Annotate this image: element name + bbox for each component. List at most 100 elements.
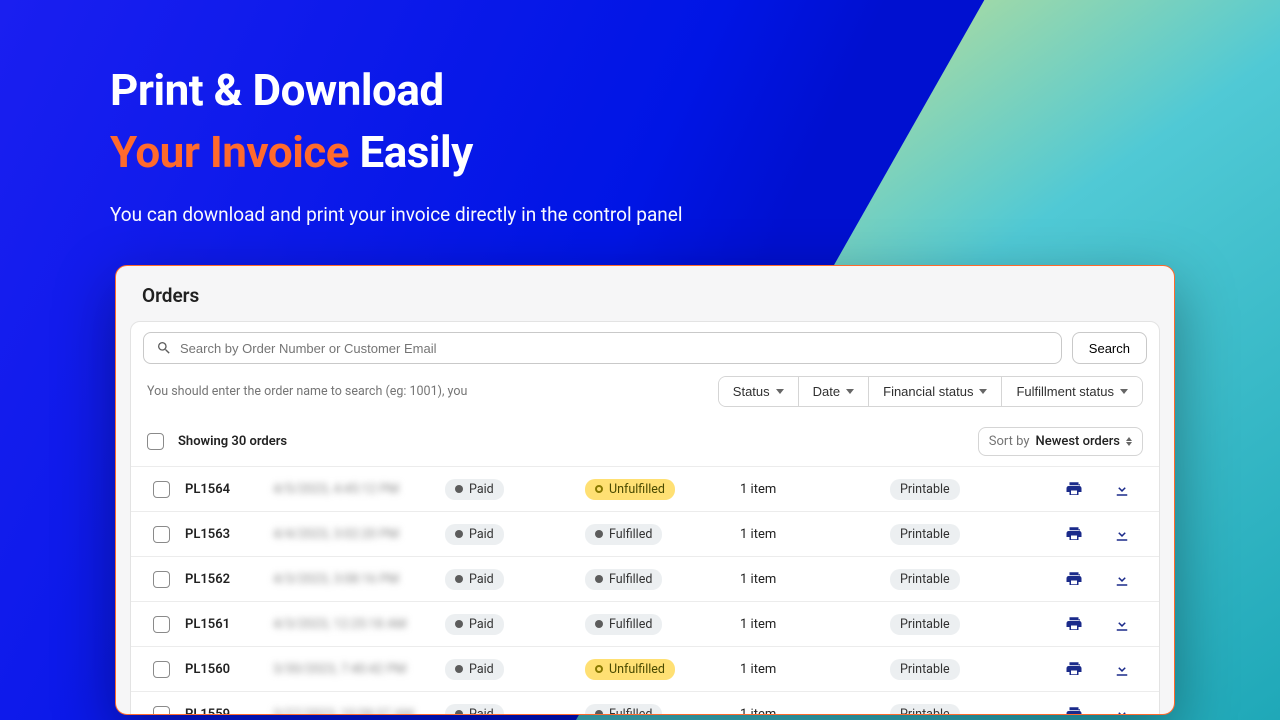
order-number[interactable]: PL1559	[179, 707, 267, 716]
fulfillment-badge: Fulfilled	[585, 614, 662, 635]
print-button[interactable]	[1063, 703, 1085, 715]
chevron-down-icon	[776, 389, 784, 394]
search-icon	[156, 340, 172, 356]
print-button[interactable]	[1063, 568, 1085, 590]
order-number[interactable]: PL1563	[179, 527, 267, 542]
list-bar: Showing 30 orders Sort by Newest orders	[131, 417, 1159, 466]
print-icon	[1065, 480, 1083, 498]
print-button[interactable]	[1063, 658, 1085, 680]
chevron-down-icon	[846, 389, 854, 394]
chevron-down-icon	[979, 389, 987, 394]
payment-badge: Paid	[445, 524, 504, 545]
printable-badge: Printable	[890, 614, 960, 635]
fulfillment-badge: Fulfilled	[585, 569, 662, 590]
row-checkbox[interactable]	[153, 481, 170, 498]
download-icon	[1113, 615, 1131, 633]
download-icon	[1113, 705, 1131, 715]
table-row: PL1563 4/4/2023, 3:02:20 PM Paid Fulfill…	[131, 511, 1159, 556]
showing-count: Showing 30 orders	[178, 434, 964, 449]
download-button[interactable]	[1111, 478, 1133, 500]
download-button[interactable]	[1111, 703, 1133, 715]
filter-date[interactable]: Date	[799, 377, 869, 406]
printable-badge: Printable	[890, 659, 960, 680]
fulfillment-badge: Unfulfilled	[585, 659, 675, 680]
row-checkbox[interactable]	[153, 571, 170, 588]
sort-select[interactable]: Sort by Newest orders	[978, 427, 1143, 456]
fulfillment-badge: Fulfilled	[585, 704, 662, 715]
sort-label: Sort by	[989, 434, 1030, 449]
row-checkbox[interactable]	[153, 526, 170, 543]
table-row: PL1559 3/27/2023, 10:58:37 AM Paid Fulfi…	[131, 691, 1159, 715]
hero-line1: Print & Download	[110, 64, 444, 116]
payment-badge: Paid	[445, 659, 504, 680]
order-number[interactable]: PL1560	[179, 662, 267, 677]
print-icon	[1065, 705, 1083, 715]
table-row: PL1562 4/3/2023, 3:08:16 PM Paid Fulfill…	[131, 556, 1159, 601]
item-count: 1 item	[734, 617, 884, 632]
download-button[interactable]	[1111, 613, 1133, 635]
hero-title: Print & Download Your Invoice Easily	[110, 60, 683, 183]
printable-badge: Printable	[890, 704, 960, 715]
order-date: 3/27/2023, 10:58:37 AM	[267, 707, 439, 716]
payment-badge: Paid	[445, 704, 504, 715]
sort-value: Newest orders	[1036, 434, 1120, 449]
hero-line2-rest: Easily	[359, 126, 472, 178]
row-checkbox[interactable]	[153, 661, 170, 678]
print-icon	[1065, 615, 1083, 633]
hint-row: You should enter the order name to searc…	[131, 372, 1159, 417]
panel-title: Orders	[142, 284, 1148, 307]
filter-financial-status[interactable]: Financial status	[869, 377, 1002, 406]
print-button[interactable]	[1063, 478, 1085, 500]
row-checkbox[interactable]	[153, 616, 170, 633]
download-button[interactable]	[1111, 523, 1133, 545]
table-row: PL1560 3/30/2023, 7:40:42 PM Paid Unfulf…	[131, 646, 1159, 691]
item-count: 1 item	[734, 527, 884, 542]
item-count: 1 item	[734, 482, 884, 497]
printable-badge: Printable	[890, 479, 960, 500]
sort-arrows-icon	[1126, 437, 1132, 446]
table-row: PL1561 4/3/2023, 12:25:18 AM Paid Fulfil…	[131, 601, 1159, 646]
orders-rows: PL1564 4/5/2023, 4:45:12 PM Paid Unfulfi…	[131, 466, 1159, 715]
hero-text: Print & Download Your Invoice Easily You…	[110, 60, 683, 226]
print-icon	[1065, 525, 1083, 543]
print-icon	[1065, 570, 1083, 588]
order-date: 4/5/2023, 4:45:12 PM	[267, 482, 439, 497]
search-input-wrap[interactable]	[143, 332, 1062, 364]
item-count: 1 item	[734, 572, 884, 587]
printable-badge: Printable	[890, 569, 960, 590]
printable-badge: Printable	[890, 524, 960, 545]
download-icon	[1113, 525, 1131, 543]
hero-subtitle: You can download and print your invoice …	[110, 203, 683, 226]
row-checkbox[interactable]	[153, 706, 170, 716]
order-date: 4/3/2023, 3:08:16 PM	[267, 572, 439, 587]
order-number[interactable]: PL1562	[179, 572, 267, 587]
filter-status[interactable]: Status	[719, 377, 799, 406]
fulfillment-badge: Fulfilled	[585, 524, 662, 545]
payment-badge: Paid	[445, 569, 504, 590]
order-date: 4/3/2023, 12:25:18 AM	[267, 617, 439, 632]
payment-badge: Paid	[445, 614, 504, 635]
panel-header: Orders	[116, 266, 1174, 321]
order-date: 3/30/2023, 7:40:42 PM	[267, 662, 439, 677]
print-button[interactable]	[1063, 613, 1085, 635]
download-icon	[1113, 480, 1131, 498]
search-button[interactable]: Search	[1072, 332, 1147, 364]
hero-highlight: Your Invoice	[110, 126, 349, 178]
item-count: 1 item	[734, 662, 884, 677]
order-number[interactable]: PL1564	[179, 482, 267, 497]
filter-fulfillment-status[interactable]: Fulfillment status	[1002, 377, 1142, 406]
orders-card: Search You should enter the order name t…	[130, 321, 1160, 715]
payment-badge: Paid	[445, 479, 504, 500]
download-button[interactable]	[1111, 658, 1133, 680]
search-hint: You should enter the order name to searc…	[147, 384, 710, 399]
select-all-checkbox[interactable]	[147, 433, 164, 450]
order-number[interactable]: PL1561	[179, 617, 267, 632]
order-date: 4/4/2023, 3:02:20 PM	[267, 527, 439, 542]
search-input[interactable]	[180, 341, 1049, 356]
download-icon	[1113, 570, 1131, 588]
print-button[interactable]	[1063, 523, 1085, 545]
chevron-down-icon	[1120, 389, 1128, 394]
download-button[interactable]	[1111, 568, 1133, 590]
search-row: Search	[131, 322, 1159, 372]
orders-panel: Orders Search You should enter the order…	[115, 265, 1175, 715]
